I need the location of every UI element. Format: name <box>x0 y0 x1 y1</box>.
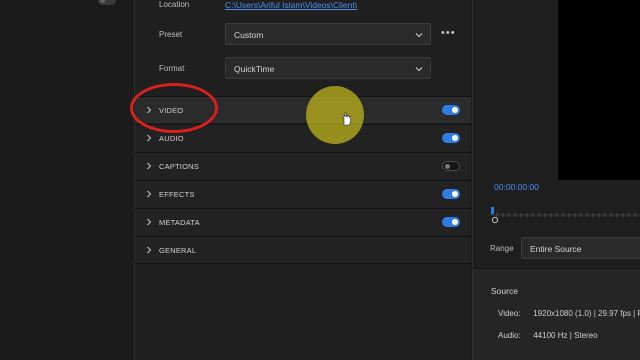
timeline-scrubber[interactable] <box>489 206 640 226</box>
section-general[interactable]: GENERAL <box>135 236 471 264</box>
range-label: Range <box>490 244 514 253</box>
range-select[interactable]: Entire Source <box>521 237 640 259</box>
format-select[interactable]: QuickTime <box>225 57 431 79</box>
chevron-right-icon <box>147 134 152 142</box>
section-label: AUDIO <box>159 134 184 143</box>
preset-row: Preset Custom ••• <box>135 22 471 50</box>
format-row: Format QuickTime <box>135 56 471 84</box>
preset-value: Custom <box>234 30 264 40</box>
source-audio-label: Audio: <box>498 331 521 340</box>
more-icon[interactable]: ••• <box>441 28 456 39</box>
chevron-right-icon <box>147 246 152 254</box>
section-metadata[interactable]: METADATA <box>135 208 471 235</box>
effects-toggle[interactable] <box>442 189 460 199</box>
audio-toggle[interactable] <box>442 133 460 143</box>
timecode-display[interactable]: 00:00:00:00 <box>494 182 539 192</box>
hand-cursor-icon <box>342 112 352 126</box>
format-value: QuickTime <box>234 64 275 74</box>
location-label: Location <box>159 0 190 9</box>
section-captions[interactable]: CAPTIONS <box>135 152 471 179</box>
chevron-right-icon <box>147 218 152 226</box>
source-video-value: 1920x1080 (1.0) | 29.97 fps | P <box>533 309 640 318</box>
chevron-right-icon <box>147 190 152 198</box>
source-title: Source <box>491 286 518 296</box>
chevron-right-icon <box>147 162 152 170</box>
left-panel <box>0 0 135 360</box>
video-preview <box>558 0 640 180</box>
source-audio-value: 44100 Hz | Stereo <box>533 331 598 340</box>
range-value: Entire Source <box>530 244 582 254</box>
preset-select[interactable]: Custom <box>225 23 431 45</box>
section-label: CAPTIONS <box>159 162 199 171</box>
chevron-down-icon <box>415 67 423 72</box>
location-path-link[interactable]: C:\Users\Ariful Islam\Videos\Client\ <box>225 0 357 10</box>
export-settings-panel: Location C:\Users\Ariful Islam\Videos\Cl… <box>135 0 471 360</box>
metadata-toggle[interactable] <box>442 217 460 227</box>
section-label: GENERAL <box>159 246 197 255</box>
chevron-down-icon <box>415 33 423 38</box>
source-info: Source Video: 1920x1080 (1.0) | 29.97 fp… <box>473 270 640 360</box>
preview-panel: 00:00:00:00 Range Entire Source Source V… <box>472 0 640 360</box>
export-window: Location C:\Users\Ariful Islam\Videos\Cl… <box>0 0 640 360</box>
source-video-label: Video: <box>498 309 521 318</box>
source-video-line: Video: 1920x1080 (1.0) | 29.97 fps | P <box>498 309 640 318</box>
format-label: Format <box>159 64 185 73</box>
playhead-icon <box>491 207 494 214</box>
cursor-highlight <box>306 86 364 144</box>
section-effects[interactable]: EFFECTS <box>135 180 471 207</box>
section-label: METADATA <box>159 218 200 227</box>
preset-label: Preset <box>159 30 183 39</box>
captions-toggle[interactable] <box>442 161 460 171</box>
source-audio-line: Audio: 44100 Hz | Stereo <box>498 331 598 340</box>
annotation-circle <box>130 83 218 133</box>
section-label: EFFECTS <box>159 190 195 199</box>
video-toggle[interactable] <box>442 105 460 115</box>
toggle-switch[interactable] <box>98 0 116 5</box>
